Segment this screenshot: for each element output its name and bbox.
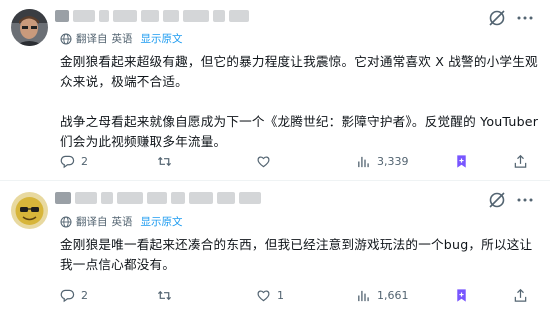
retweet-icon [157,156,172,166]
author-name-redacted[interactable] [55,9,249,23]
post-text: 金刚狼看起来超级有趣，但它的暴力程度让我震惊。它对通常喜欢 X 战警的小学生观众… [60,52,540,152]
globe-icon [60,216,72,228]
post-paragraph: 战争之母看起来就像自愿成为下一个《龙腾世纪：影障守护者》。反觉醒的 YouTub… [60,114,539,149]
bookmark-button[interactable] [454,286,469,304]
show-original-link[interactable]: 显示原文 [141,214,183,229]
retweet-button[interactable] [157,286,178,304]
avatar[interactable] [11,9,48,46]
views-icon [358,290,369,301]
share-button[interactable] [513,152,528,170]
source-language: 英语 [111,33,133,45]
reply-button[interactable]: 2 [60,286,88,304]
action-bar: 2 3,339 [60,152,540,170]
like-icon [257,155,270,167]
bookmark-icon [457,154,466,168]
views-button[interactable]: 1,661 [356,286,409,304]
bookmark-icon [457,288,466,302]
share-icon [514,288,527,302]
post-text: 金刚狼是唯一看起来还凑合的东西，但我已经注意到游戏玩法的一个bug，所以这让我一… [60,235,540,275]
translated-from-label: 翻译自 [76,33,108,45]
like-count: 1 [277,288,284,302]
post: 翻译自 英语 显示原文 金刚狼是唯一看起来还凑合的东西，但我已经注意到游戏玩法的… [0,182,550,317]
post: 翻译自 英语 显示原文 金刚狼看起来超级有趣，但它的暴力程度让我震惊。它对通常喜… [0,0,550,181]
translation-info: 翻译自 英语 显示原文 [60,214,183,229]
like-button[interactable]: 1 [256,286,284,304]
grok-icon[interactable] [487,8,507,28]
action-bar: 2 1 1,661 [60,286,540,304]
reply-icon [60,289,75,302]
more-icon[interactable] [515,8,535,28]
reply-button[interactable]: 2 [60,152,88,170]
view-count: 3,339 [377,154,409,168]
show-original-link[interactable]: 显示原文 [141,31,183,46]
author-name-redacted[interactable] [55,191,261,205]
translated-from-label: 翻译自 [76,216,108,228]
retweet-button[interactable] [157,152,178,170]
avatar[interactable] [11,192,48,229]
reply-icon [60,155,75,168]
like-button[interactable] [256,152,277,170]
reply-count: 2 [81,154,88,168]
views-button[interactable]: 3,339 [356,152,409,170]
share-button[interactable] [513,286,528,304]
retweet-icon [157,290,172,300]
views-icon [358,156,369,167]
source-language: 英语 [111,216,133,228]
share-icon [514,154,527,168]
post-paragraph: 金刚狼是唯一看起来还凑合的东西，但我已经注意到游戏玩法的一个bug，所以这让我一… [60,237,533,272]
more-icon[interactable] [515,190,535,210]
translation-info: 翻译自 英语 显示原文 [60,31,183,46]
like-icon [257,289,270,301]
globe-icon [60,33,72,45]
grok-icon[interactable] [487,190,507,210]
post-paragraph: 金刚狼看起来超级有趣，但它的暴力程度让我震惊。它对通常喜欢 X 战警的小学生观众… [60,54,538,89]
view-count: 1,661 [377,288,409,302]
bookmark-button[interactable] [454,152,469,170]
reply-count: 2 [81,288,88,302]
